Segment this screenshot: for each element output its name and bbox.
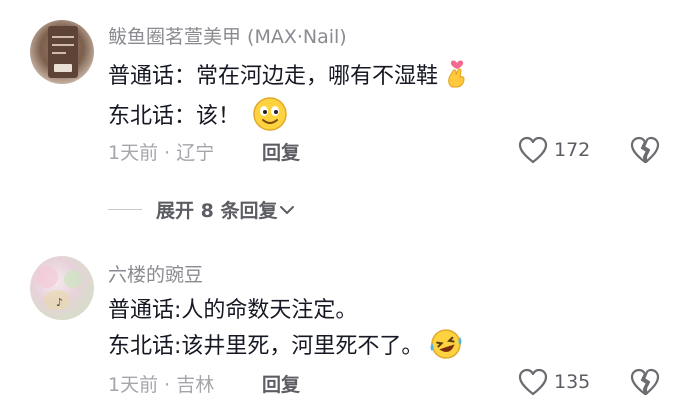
username[interactable]: 六楼的豌豆 <box>108 260 203 287</box>
smiling-face-emoji <box>252 96 288 132</box>
chevron-down-icon <box>280 205 295 214</box>
comment-text-line: 东北话:该井里死，河里死不了。 <box>108 328 463 360</box>
like-button[interactable]: 135 <box>518 368 590 396</box>
nail-salon-sign-avatar <box>48 26 78 78</box>
heart-icon <box>518 136 548 164</box>
comment-text-line: 普通话：常在河边走，哪有不湿鞋 <box>108 58 470 90</box>
divider <box>108 209 142 210</box>
comment-item: 鲅鱼圈茗萱美甲 (MAX·Nail) 普通话：常在河边走，哪有不湿鞋 东北话：该… <box>0 0 690 222</box>
avatar[interactable]: ♪ <box>30 256 94 320</box>
heart-icon <box>518 368 548 396</box>
comment-text: 东北话:该井里死，河里死不了。 <box>108 334 424 359</box>
username[interactable]: 鲅鱼圈茗萱美甲 (MAX·Nail) <box>108 22 347 49</box>
comment-time-location: 1天前 · 吉林 <box>108 374 215 396</box>
comment-time-location: 1天前 · 辽宁 <box>108 142 215 164</box>
comment-list: 鲅鱼圈茗萱美甲 (MAX·Nail) 普通话：常在河边走，哪有不湿鞋 东北话：该… <box>0 0 690 415</box>
crossed-fingers-heart-emoji <box>444 59 470 89</box>
expand-replies-label: 展开 8 条回复 <box>156 200 278 222</box>
comment-text: 东北话：该！ <box>108 104 241 129</box>
avatar[interactable] <box>30 20 94 84</box>
reply-button[interactable]: 回复 <box>262 138 300 165</box>
like-count: 135 <box>554 371 591 393</box>
dislike-button[interactable] <box>630 368 660 400</box>
comment-text: 普通话:人的命数天注定。 <box>108 298 358 323</box>
broken-heart-icon <box>630 136 660 164</box>
like-count: 172 <box>554 139 591 161</box>
comment-item: ♪ 六楼的豌豆 普通话:人的命数天注定。 东北话:该井里死，河里死不了。 1天前… <box>0 238 690 415</box>
laughing-tears-emoji <box>429 328 463 360</box>
like-button[interactable]: 172 <box>518 136 590 164</box>
expand-replies-button[interactable]: 展开 8 条回复 <box>108 196 295 223</box>
comment-text-line: 东北话：该！ <box>108 96 288 132</box>
comment-text: 普通话：常在河边走，哪有不湿鞋 <box>108 64 439 89</box>
reply-button[interactable]: 回复 <box>262 370 300 397</box>
comment-text-line: 普通话:人的命数天注定。 <box>108 292 357 324</box>
dislike-button[interactable] <box>630 136 660 168</box>
broken-heart-icon <box>630 368 660 396</box>
